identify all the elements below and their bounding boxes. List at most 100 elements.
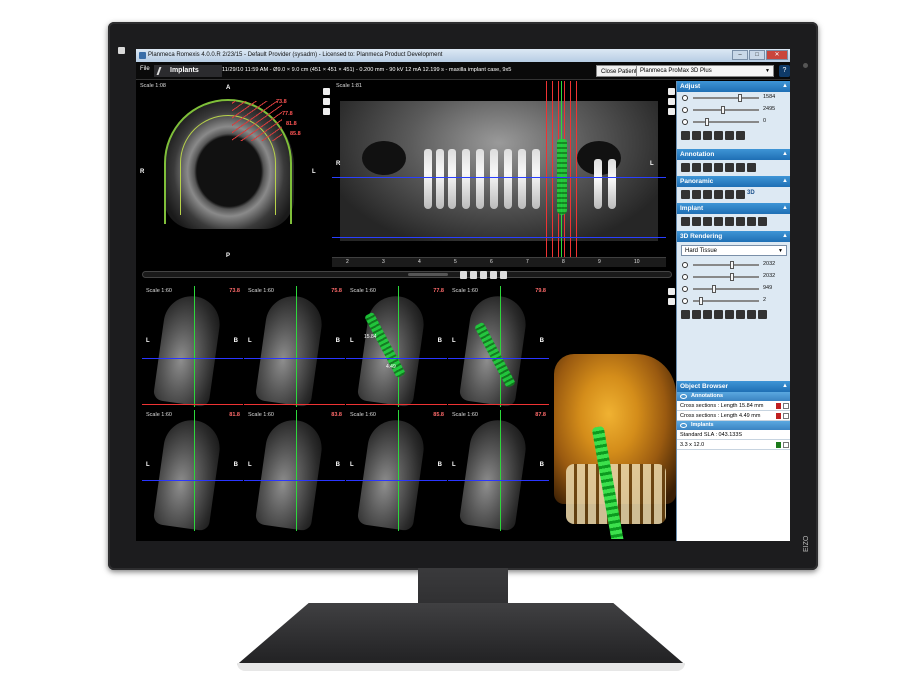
slider-track[interactable] <box>693 121 759 123</box>
rendering-header[interactable]: 3D Rendering ▲ <box>677 231 790 242</box>
adjust-slider[interactable]: 2495 <box>677 104 790 116</box>
cube-icon[interactable] <box>703 310 712 319</box>
annotations-group[interactable]: Annotations <box>677 392 790 401</box>
camera-icon[interactable] <box>322 98 330 105</box>
3d-mode-label[interactable]: 3D <box>747 190 755 199</box>
visibility-checkbox[interactable] <box>783 403 789 409</box>
slider-thumb[interactable] <box>720 106 725 114</box>
eye-icon[interactable] <box>680 394 687 399</box>
implant-add-icon[interactable] <box>681 217 690 226</box>
implant-icon[interactable] <box>692 217 701 226</box>
color-icon[interactable] <box>725 310 734 319</box>
slider-track[interactable] <box>693 288 759 290</box>
implants-group[interactable]: Implants <box>677 421 790 430</box>
angle-icon[interactable] <box>714 163 723 172</box>
arrow-icon[interactable] <box>692 163 701 172</box>
area-icon[interactable] <box>736 163 745 172</box>
invert-icon[interactable] <box>681 131 690 140</box>
adjust-slider[interactable]: 0 <box>677 116 790 128</box>
cross-section-view[interactable]: Scale 1:60 83.8 L B <box>244 410 345 531</box>
grid-icon[interactable] <box>470 271 477 279</box>
rendering-slider[interactable]: 2 <box>677 295 790 307</box>
skull-side-icon[interactable] <box>747 310 756 319</box>
cross-section-view[interactable]: Scale 1:60 77.8 15.84 4.49 L B <box>346 286 447 407</box>
zoom-icon[interactable] <box>322 88 330 95</box>
curve-edit-icon[interactable] <box>692 190 701 199</box>
slider-thumb[interactable] <box>699 297 704 305</box>
slider-thumb[interactable] <box>730 261 735 269</box>
crown-icon[interactable] <box>758 217 767 226</box>
cut-icon[interactable] <box>692 310 701 319</box>
reset-icon[interactable] <box>714 131 723 140</box>
close-window-button[interactable]: ✕ <box>766 50 788 60</box>
lock-icon[interactable] <box>460 271 467 279</box>
delete-icon[interactable] <box>776 403 781 409</box>
rendering-preset-select[interactable]: Hard Tissue ▼ <box>681 245 787 256</box>
cross-section-view[interactable]: Scale 1:60 75.8 L B <box>244 286 345 407</box>
implant-item[interactable]: Standard SLA : 043.133S <box>677 430 790 440</box>
curve-icon[interactable] <box>681 190 690 199</box>
skull-icon[interactable] <box>725 131 734 140</box>
maximize-button[interactable]: □ <box>749 50 765 60</box>
layout-icon[interactable] <box>500 271 507 279</box>
slider-track[interactable] <box>693 264 759 266</box>
implant-edit-icon[interactable] <box>714 217 723 226</box>
adjust-header[interactable]: Adjust ▲ <box>677 81 790 92</box>
ruler-icon[interactable] <box>703 163 712 172</box>
layout-icon[interactable] <box>736 190 745 199</box>
skull-side-icon[interactable] <box>736 131 745 140</box>
nerve-icon[interactable] <box>725 163 734 172</box>
rotate-icon[interactable] <box>667 108 675 115</box>
axial-view[interactable]: Scale 1:08 A R L P 73.8 77.8 81.8 85.8 <box>136 81 321 263</box>
device-select[interactable]: Planmeca ProMax 3D Plus ▼ <box>636 65 774 77</box>
rendering-slider[interactable]: 949 <box>677 283 790 295</box>
measure-icon[interactable] <box>480 271 487 279</box>
skull-icon[interactable] <box>736 310 745 319</box>
cross-section-view[interactable]: Scale 1:60 85.8 L B <box>346 410 447 531</box>
cross-section-view[interactable]: Scale 1:60 79.8 L B <box>448 286 549 407</box>
slider-track[interactable] <box>693 276 759 278</box>
annotation-header[interactable]: Annotation ▲ <box>677 149 790 160</box>
zoom-icon[interactable] <box>667 88 675 95</box>
slider-thumb[interactable] <box>705 118 710 126</box>
camera-icon[interactable] <box>490 271 497 279</box>
rendering-slider[interactable]: 2032 <box>677 259 790 271</box>
help-button[interactable]: ? <box>779 65 790 77</box>
filter-icon[interactable] <box>692 131 701 140</box>
rotate-icon[interactable] <box>322 108 330 115</box>
thickness-icon[interactable] <box>714 190 723 199</box>
abutment-icon[interactable] <box>703 217 712 226</box>
slider-thumb[interactable] <box>711 285 716 293</box>
slice-icon[interactable] <box>703 190 712 199</box>
slider-track[interactable] <box>693 97 759 99</box>
implant-header[interactable]: Implant ▲ <box>677 203 790 214</box>
tooth-icon[interactable] <box>747 217 756 226</box>
visibility-checkbox[interactable] <box>783 413 789 419</box>
3d-render-view[interactable] <box>554 314 676 539</box>
cross-section-view[interactable]: Scale 1:60 73.8 L B <box>142 286 243 407</box>
pen-icon[interactable] <box>747 163 756 172</box>
cross-section-view[interactable]: Scale 1:60 87.8 L B <box>448 410 549 531</box>
implant-align-icon[interactable] <box>725 217 734 226</box>
text-icon[interactable] <box>681 163 690 172</box>
export-icon[interactable] <box>758 310 767 319</box>
splitter-handle[interactable] <box>408 273 448 276</box>
rendering-slider[interactable]: 2032 <box>677 271 790 283</box>
file-menu[interactable]: File <box>140 66 150 72</box>
implant-color-icon[interactable] <box>776 442 781 448</box>
plane-icon[interactable] <box>714 310 723 319</box>
camera-icon[interactable] <box>667 98 675 105</box>
delete-icon[interactable] <box>776 413 781 419</box>
panoramic-header[interactable]: Panoramic ▲ <box>677 176 790 187</box>
slider-track[interactable] <box>693 109 759 111</box>
minimize-button[interactable]: – <box>732 50 748 60</box>
slider-thumb[interactable] <box>737 94 742 102</box>
clip-icon[interactable] <box>681 310 690 319</box>
annotation-item[interactable]: Cross sections : Length 15.84 mm <box>677 401 790 411</box>
rotate-icon[interactable] <box>725 190 734 199</box>
panoramic-view[interactable]: Scale 1:81 R L <box>332 81 666 257</box>
slider-thumb[interactable] <box>730 273 735 281</box>
implant-item-size[interactable]: 3.3 x 12.0 <box>677 440 790 450</box>
object-browser-header[interactable]: Object Browser ▲ <box>677 381 790 392</box>
zoom-icon[interactable] <box>667 288 675 295</box>
